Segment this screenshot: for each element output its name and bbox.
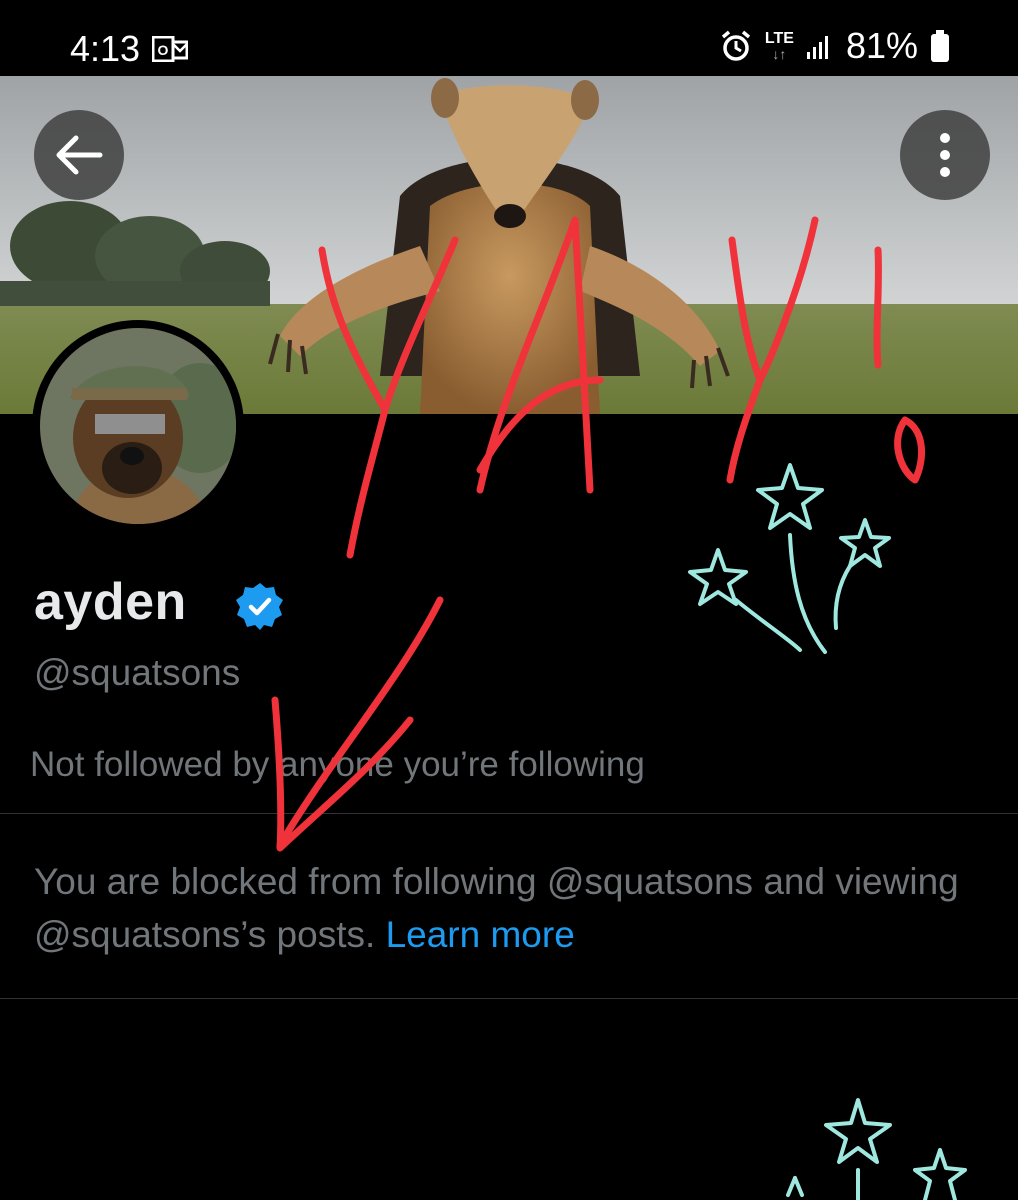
profile-name: ayden: [34, 573, 187, 631]
arrow-left-icon: [56, 135, 103, 175]
svg-text:O: O: [158, 42, 169, 58]
alarm-icon: [719, 29, 753, 63]
signal-icon: [806, 32, 834, 60]
avatar-dog-image: [40, 328, 236, 524]
learn-more-link[interactable]: Learn more: [386, 914, 575, 955]
status-bar: 4:13 O LTE ↓↑ 81%: [0, 0, 1018, 76]
network-type-label: LTE: [764, 30, 794, 47]
back-button[interactable]: [34, 110, 124, 200]
lte-icon: LTE ↓↑: [764, 30, 794, 62]
followed-by-text: Not followed by anyone you’re following: [30, 745, 645, 784]
outlook-notification-icon: O: [152, 36, 188, 62]
status-time: 4:13: [70, 28, 141, 69]
verified-badge-icon[interactable]: [234, 580, 286, 632]
more-vertical-icon: [940, 133, 950, 177]
divider: [0, 998, 1018, 999]
more-options-button[interactable]: [900, 110, 990, 200]
profile-handle: @squatsons: [34, 652, 241, 693]
blocked-notice: You are blocked from following @squatson…: [34, 855, 984, 961]
avatar[interactable]: [32, 320, 244, 532]
divider: [0, 813, 1018, 814]
battery-percent: 81%: [845, 25, 918, 66]
battery-icon: [930, 29, 950, 63]
